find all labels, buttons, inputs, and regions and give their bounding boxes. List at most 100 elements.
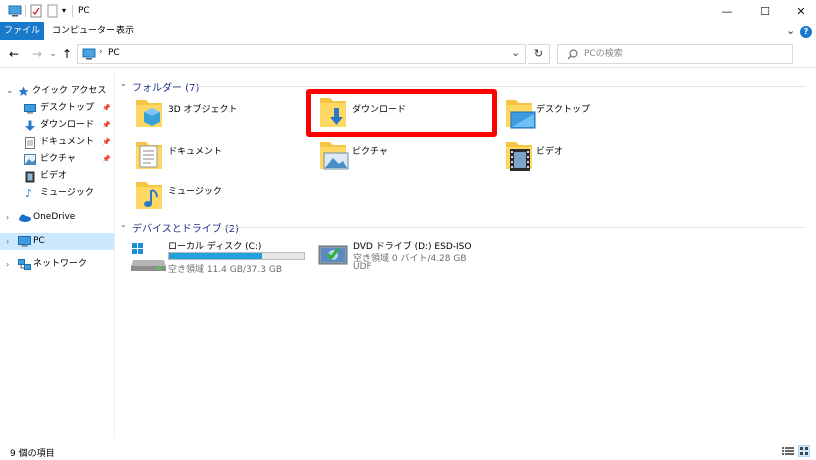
pictures-folder-icon (320, 142, 349, 170)
sidebar-item-label: ミュージック (40, 188, 94, 198)
sidebar-item-label: PC (33, 236, 45, 246)
folder-tile[interactable]: 3D オブジェクト (132, 94, 300, 134)
history-dropdown-icon[interactable]: ⌄ (46, 45, 60, 63)
search-placeholder: PCの検索 (584, 49, 623, 59)
desktop-icon (24, 104, 36, 114)
folder-label: ピクチャ (352, 147, 388, 157)
sidebar-item-desktop[interactable]: デスクトップ 📌 (0, 100, 114, 117)
tab-view[interactable]: 表示 (116, 22, 134, 40)
music-icon: ♪ (25, 187, 33, 200)
navigation-pane: ⌄ クイック アクセス デスクトップ 📌 ダウンロード 📌 ドキュメント 📌 ピ… (0, 69, 115, 437)
sidebar-item-label: デスクトップ (40, 103, 95, 113)
highlight-box (306, 89, 497, 137)
sidebar-item-label: ダウンロード (40, 120, 95, 130)
chevron-down-icon[interactable]: ⌄ (120, 79, 127, 88)
star-icon (18, 86, 29, 96)
folder-label: デスクトップ (536, 105, 591, 115)
title-bar: ▾ PC — ☐ ✕ (0, 0, 816, 22)
address-dropdown-icon[interactable]: ⌄ (511, 46, 520, 59)
video-icon (25, 171, 35, 183)
local-disk-icon (131, 243, 166, 271)
dvd-drive-icon (318, 245, 348, 265)
drive-tile[interactable]: ローカル ディスク (C:) 空き領域 11.4 GB/37.3 GB (128, 236, 308, 275)
sidebar-item-documents[interactable]: ドキュメント 📌 (0, 134, 114, 151)
group-header-drives[interactable]: デバイスとドライブ (2) (132, 220, 239, 235)
3d-objects-folder-icon (136, 100, 162, 127)
new-folder-icon[interactable] (47, 4, 58, 18)
pin-icon: 📌 (102, 138, 111, 146)
drive-free-space: 空き領域 11.4 GB/37.3 GB (168, 265, 282, 275)
group-divider (226, 227, 805, 228)
sidebar-item-downloads[interactable]: ダウンロード 📌 (0, 117, 114, 134)
sidebar-item-pc[interactable]: › PC (0, 233, 114, 250)
sidebar-item-pictures[interactable]: ピクチャ 📌 (0, 151, 114, 168)
sidebar-item-label: OneDrive (33, 212, 76, 222)
drive-usage-bar (168, 252, 305, 260)
drive-usage-fill (169, 253, 263, 259)
videos-folder-icon (506, 142, 532, 171)
picture-icon (24, 154, 36, 165)
close-button[interactable]: ✕ (784, 0, 816, 22)
ribbon-expand-icon[interactable]: ⌄ (786, 24, 795, 37)
chevron-down-icon[interactable]: ⌄ (6, 83, 14, 100)
chevron-right-icon[interactable]: › (6, 209, 9, 226)
up-button[interactable]: ↑ (60, 45, 74, 63)
forward-button[interactable]: → (30, 45, 44, 63)
back-button[interactable]: ← (7, 45, 21, 63)
pin-icon: 📌 (102, 155, 111, 163)
tab-file[interactable]: ファイル (0, 22, 44, 40)
breadcrumb-separator: › (99, 47, 103, 57)
sidebar-item-label: ピクチャ (40, 154, 76, 164)
group-header-folders[interactable]: フォルダー (7) (132, 79, 199, 94)
drive-tile[interactable]: DVD ドライブ (D:) ESD-ISO 空き領域 0 バイト/4.28 GB… (316, 236, 496, 276)
documents-folder-icon (136, 142, 162, 169)
help-icon[interactable]: ? (800, 26, 812, 38)
sidebar-item-label: ネットワーク (33, 259, 88, 269)
folder-label: ミュージック (168, 187, 222, 197)
folder-label: ドキュメント (168, 147, 223, 157)
sidebar-item-onedrive[interactable]: › OneDrive (0, 209, 114, 226)
sidebar-item-videos[interactable]: ビデオ (0, 168, 114, 185)
sidebar-item-quick-access[interactable]: ⌄ クイック アクセス (0, 83, 114, 100)
folder-tile[interactable]: ミュージック (132, 176, 300, 216)
folder-tile[interactable]: ピクチャ (316, 136, 488, 176)
pin-icon: 📌 (102, 104, 111, 112)
desktop-folder-icon (506, 100, 536, 129)
document-icon (25, 137, 35, 149)
pc-icon (8, 5, 22, 17)
sidebar-item-label: ビデオ (40, 171, 68, 181)
address-bar[interactable]: › PC ⌄ (77, 44, 526, 64)
details-view-icon[interactable] (782, 446, 794, 456)
folder-tile[interactable]: ドキュメント (132, 136, 300, 176)
tab-computer[interactable]: コンピューター (52, 22, 115, 40)
status-item-count: 9 個の項目 (10, 449, 55, 459)
large-icons-view-icon[interactable] (798, 445, 810, 457)
sidebar-item-music[interactable]: ♪ ミュージック (0, 185, 114, 202)
properties-icon[interactable] (30, 4, 42, 18)
maximize-button[interactable]: ☐ (748, 0, 782, 22)
chevron-right-icon[interactable]: › (6, 256, 9, 273)
pc-icon (82, 48, 96, 60)
breadcrumb-pc[interactable]: PC (108, 48, 120, 58)
search-input[interactable]: PCの検索 (557, 44, 793, 64)
sidebar-item-network[interactable]: › ネットワーク (0, 256, 114, 273)
folder-tile[interactable]: ビデオ (504, 136, 672, 176)
quick-access-dropdown-icon[interactable]: ▾ (62, 0, 66, 22)
chevron-right-icon[interactable]: › (6, 233, 9, 250)
minimize-button[interactable]: — (710, 0, 744, 22)
pc-icon (18, 236, 31, 247)
folder-label: 3D オブジェクト (168, 105, 238, 115)
folder-tile[interactable]: デスクトップ (504, 94, 672, 134)
drive-filesystem: UDF (353, 262, 372, 272)
chevron-down-icon[interactable]: ⌄ (120, 220, 127, 229)
group-divider (193, 86, 805, 87)
music-folder-icon (136, 182, 162, 209)
folder-label: ビデオ (536, 147, 564, 157)
window-title: PC (78, 6, 90, 16)
sidebar-item-label: ドキュメント (40, 137, 95, 147)
network-icon (18, 259, 31, 270)
search-icon (567, 49, 578, 60)
refresh-button[interactable]: ↻ (528, 44, 550, 64)
cloud-icon (19, 214, 31, 222)
download-icon (25, 120, 35, 131)
